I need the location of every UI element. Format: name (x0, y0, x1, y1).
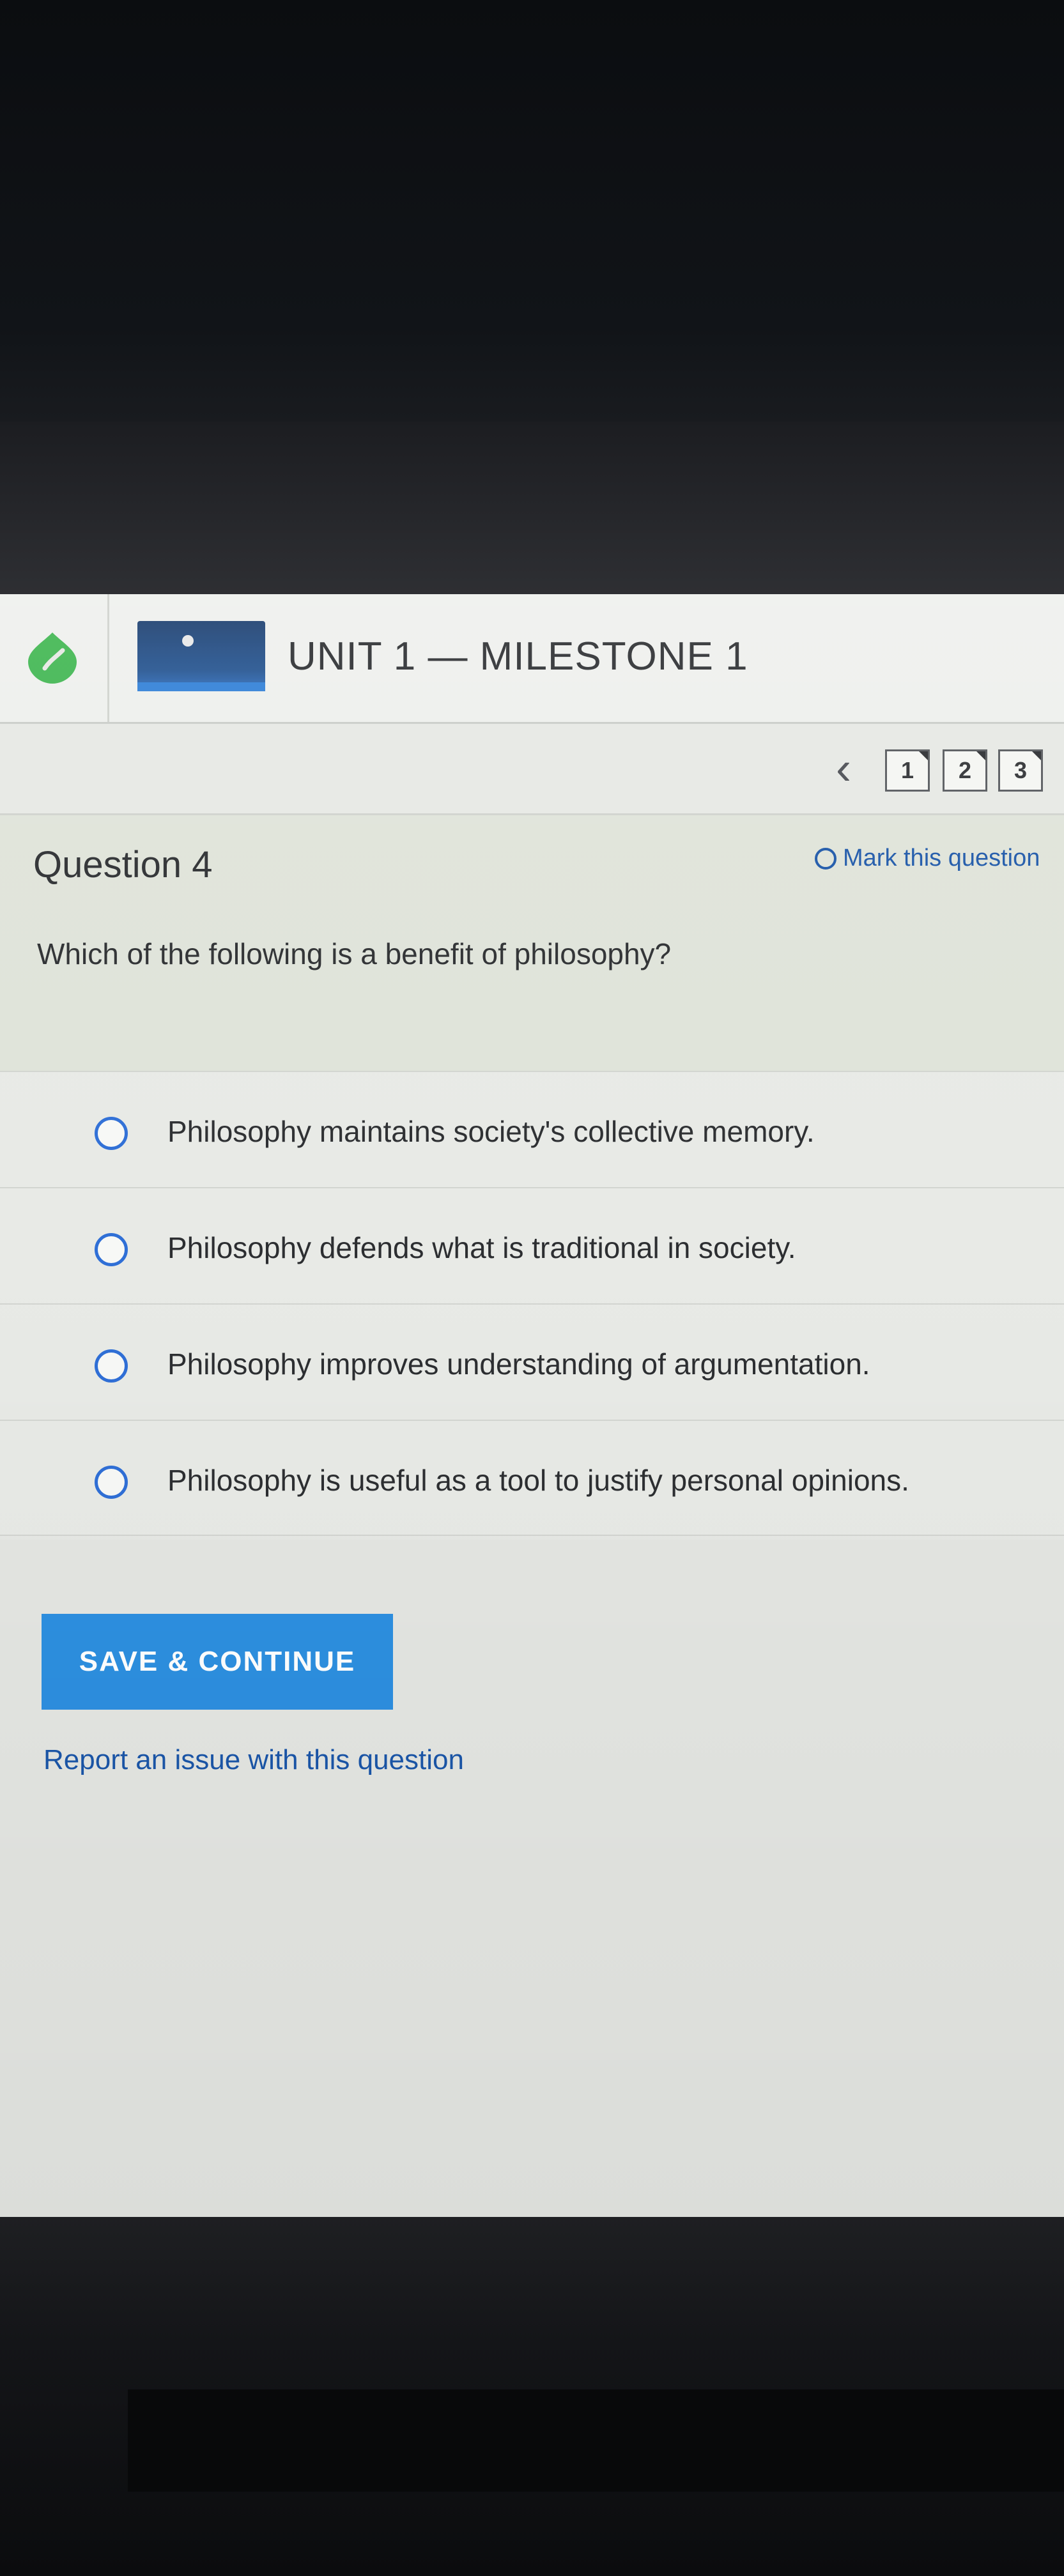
mark-question-button[interactable]: Mark this question (815, 845, 1040, 872)
radio-button[interactable] (95, 1466, 128, 1499)
monitor-bezel (0, 422, 1064, 594)
answered-flag-icon (919, 751, 928, 760)
app-header: UNIT 1 — MILESTONE 1 (0, 594, 1064, 724)
answer-option[interactable]: Philosophy is useful as a tool to justif… (0, 1420, 1064, 1536)
answer-text: Philosophy is useful as a tool to justif… (167, 1464, 909, 1497)
browser-screen: UNIT 1 — MILESTONE 1 ‹ 1 2 3 Question 4 … (0, 594, 1064, 2217)
mark-question-label: Mark this question (843, 845, 1040, 871)
chevron-left-icon[interactable]: ‹ (824, 743, 863, 794)
header-divider (107, 594, 109, 722)
answer-option[interactable]: Philosophy defends what is traditional i… (0, 1187, 1064, 1303)
thumbnail-progress-bar (137, 682, 265, 691)
question-panel: Question 4 Mark this question Which of t… (0, 815, 1064, 1071)
radio-button[interactable] (95, 1117, 128, 1150)
question-tab-label: 3 (1014, 757, 1028, 783)
report-issue-link[interactable]: Report an issue with this question (43, 1744, 464, 1776)
keyboard-edge (128, 2389, 1064, 2492)
answer-text: Philosophy defends what is traditional i… (167, 1231, 796, 1264)
question-tab-label: 1 (900, 757, 914, 783)
radio-button[interactable] (95, 1349, 128, 1383)
answer-text: Philosophy maintains society's collectiv… (167, 1115, 815, 1148)
question-number: Question 4 (33, 844, 213, 885)
thumbnail-figure-icon (182, 635, 194, 647)
question-tab-3[interactable]: 3 (998, 749, 1043, 792)
answer-list: Philosophy maintains society's collectiv… (0, 1071, 1064, 1536)
question-tab-1[interactable]: 1 (885, 749, 930, 792)
question-tab-label: 2 (958, 757, 972, 783)
radio-button[interactable] (95, 1233, 128, 1266)
question-prompt: Which of the following is a benefit of p… (37, 937, 672, 970)
answer-option[interactable]: Philosophy maintains society's collectiv… (0, 1071, 1064, 1187)
save-continue-button[interactable]: SAVE & CONTINUE (42, 1614, 393, 1710)
question-tab-2[interactable]: 2 (943, 749, 987, 792)
answered-flag-icon (1032, 751, 1041, 760)
question-nav-bar: ‹ 1 2 3 (0, 724, 1064, 815)
unit-title: UNIT 1 — MILESTONE 1 (288, 634, 748, 678)
sophia-logo-icon (28, 632, 77, 684)
answer-text: Philosophy improves understanding of arg… (167, 1347, 870, 1381)
course-thumbnail[interactable] (137, 621, 265, 691)
answered-flag-icon (976, 751, 985, 760)
answer-option[interactable]: Philosophy improves understanding of arg… (0, 1303, 1064, 1420)
circle-icon (815, 847, 837, 870)
